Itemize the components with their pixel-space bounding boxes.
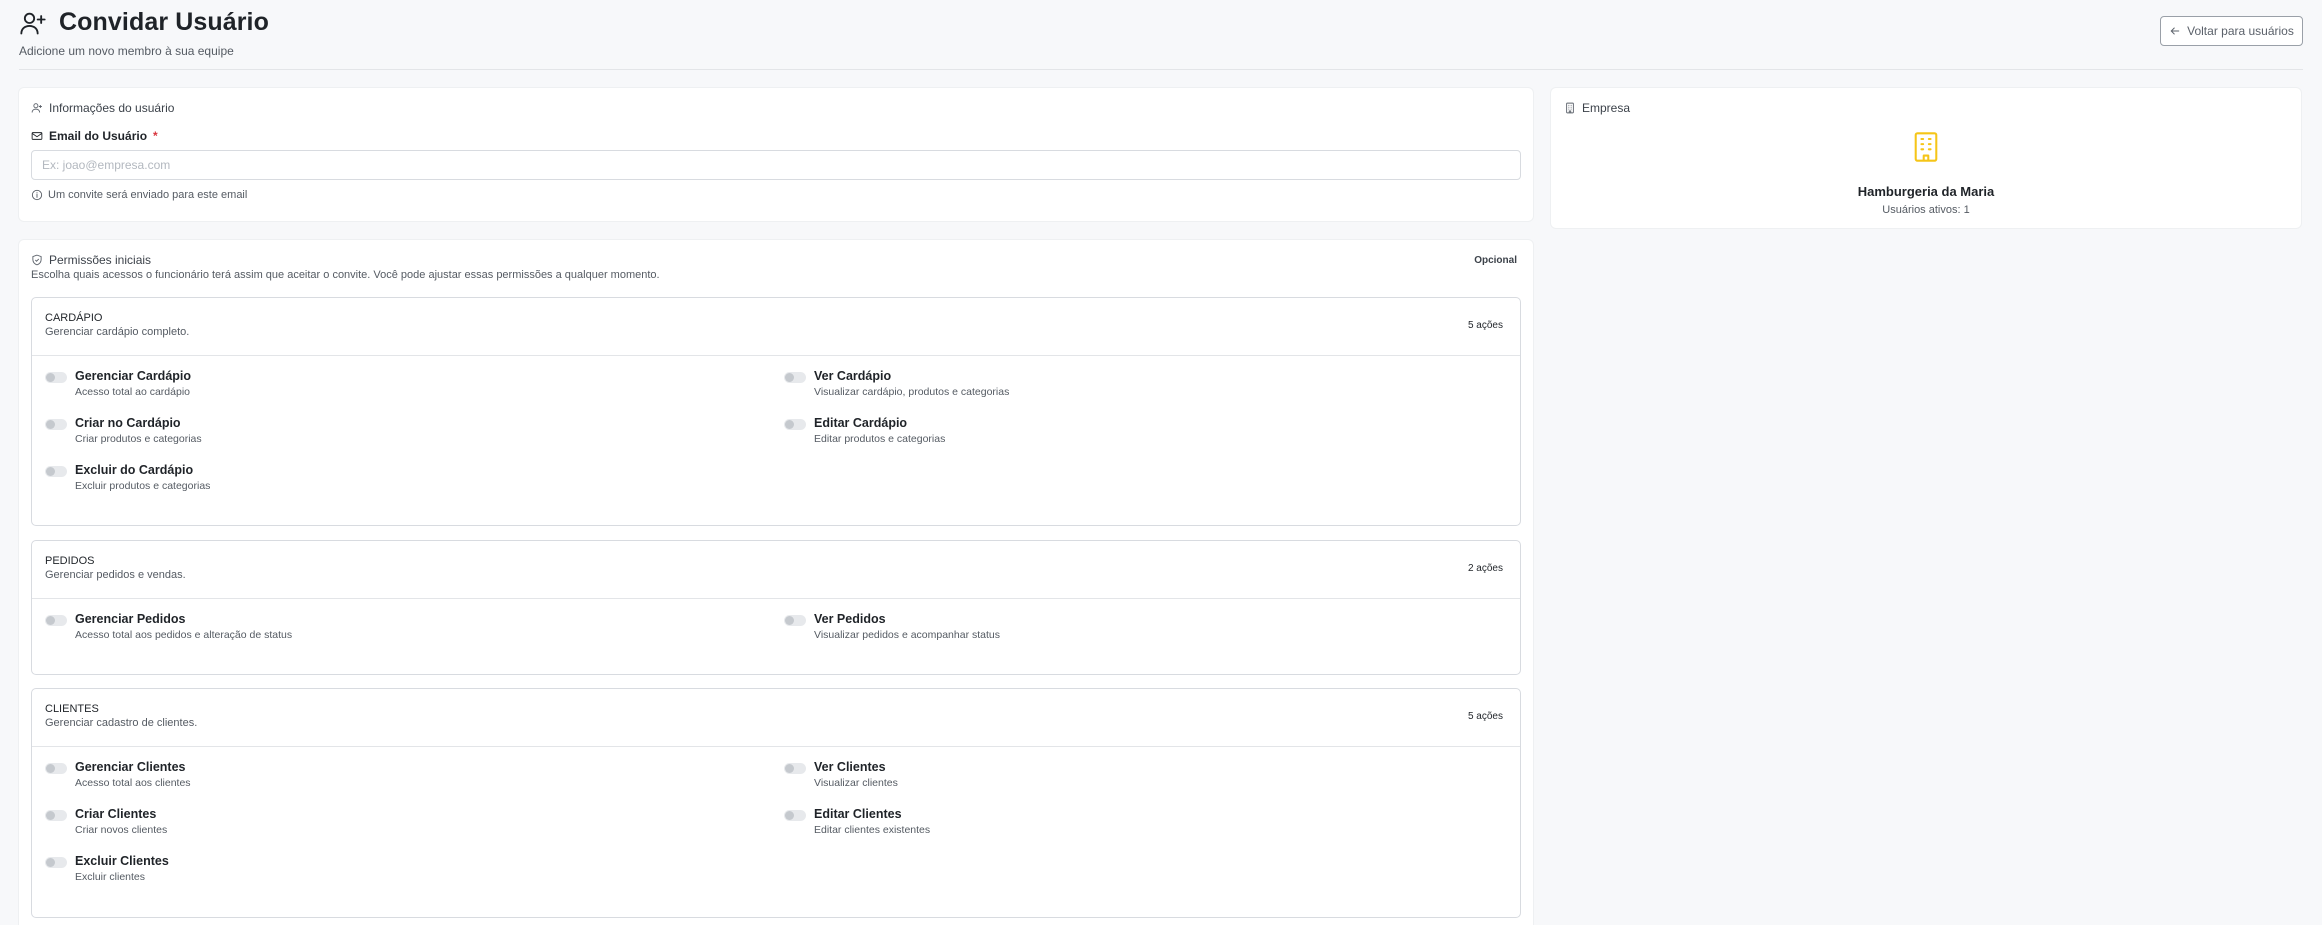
permission-description: Criar produtos e categorias	[75, 433, 202, 445]
company-heading: Empresa	[1564, 101, 1630, 115]
group-description: Gerenciar pedidos e vendas.	[45, 569, 186, 581]
building-small-icon	[1564, 102, 1576, 114]
permissions-title: Permissões iniciais	[49, 253, 152, 267]
permission-description: Visualizar clientes	[814, 777, 898, 789]
permission-item: Gerenciar Cardápio Acesso total ao cardá…	[45, 369, 191, 398]
mail-icon	[31, 130, 43, 142]
permission-toggle[interactable]	[45, 372, 67, 383]
permission-name: Criar Clientes	[75, 807, 157, 821]
email-hint: Um convite será enviado para este email	[31, 189, 247, 201]
permission-name: Gerenciar Pedidos	[75, 612, 186, 626]
optional-badge: Opcional	[1474, 255, 1517, 266]
permission-toggle[interactable]	[784, 419, 806, 430]
group-description: Gerenciar cardápio completo.	[45, 326, 190, 338]
group-name: CARDÁPIO	[45, 312, 103, 324]
group-header: PEDIDOS Gerenciar pedidos e vendas. 2 aç…	[32, 541, 1520, 599]
permission-item: Editar Clientes Editar clientes existent…	[784, 807, 930, 836]
group-header: CARDÁPIO Gerenciar cardápio completo. 5 …	[32, 298, 1520, 356]
permission-item: Ver Cardápio Visualizar cardápio, produt…	[784, 369, 1009, 398]
user-info-title: Informações do usuário	[49, 101, 175, 115]
permission-toggle[interactable]	[784, 763, 806, 774]
permission-toggle[interactable]	[784, 615, 806, 626]
permission-toggle[interactable]	[45, 466, 67, 477]
permission-item: Excluir do Cardápio Excluir produtos e c…	[45, 463, 210, 492]
permission-description: Editar clientes existentes	[814, 824, 931, 836]
permission-toggle[interactable]	[45, 763, 67, 774]
email-label-text: Email do Usuário	[49, 129, 148, 143]
permission-item: Criar Clientes Criar novos clientes	[45, 807, 167, 836]
permission-item: Ver Pedidos Visualizar pedidos e acompan…	[784, 612, 1000, 641]
permission-description: Acesso total aos clientes	[75, 777, 191, 789]
back-to-users-button[interactable]: Voltar para usuários	[2160, 16, 2303, 46]
group-description: Gerenciar cadastro de clientes.	[45, 717, 198, 729]
shield-icon	[31, 254, 43, 266]
group-action-count: 5 ações	[1467, 711, 1503, 722]
permission-name: Criar no Cardápio	[75, 416, 181, 430]
permission-name: Excluir do Cardápio	[75, 463, 194, 477]
permission-name: Gerenciar Cardápio	[75, 369, 192, 383]
user-info-card: Informações do usuário Email do Usuário …	[19, 88, 1533, 221]
permissions-description: Escolha quais acessos o funcionário terá…	[31, 269, 660, 281]
back-button-label: Voltar para usuários	[2187, 24, 2294, 38]
group-action-count: 5 ações	[1467, 320, 1503, 331]
permission-group-clientes: CLIENTES Gerenciar cadastro de clientes.…	[31, 688, 1521, 918]
permission-toggle[interactable]	[45, 615, 67, 626]
group-action-count: 2 ações	[1467, 563, 1503, 574]
user-icon	[31, 102, 43, 114]
permission-item: Criar no Cardápio Criar produtos e categ…	[45, 416, 202, 445]
group-header: CLIENTES Gerenciar cadastro de clientes.…	[32, 689, 1520, 747]
email-label: Email do Usuário *	[31, 129, 158, 143]
permission-description: Visualizar cardápio, produtos e categori…	[814, 386, 1010, 398]
email-hint-text: Um convite será enviado para este email	[48, 189, 248, 201]
company-name: Hamburgeria da Maria	[1857, 184, 1995, 199]
permission-name: Ver Clientes	[814, 760, 886, 774]
permission-description: Acesso total aos pedidos e alteração de …	[75, 629, 293, 641]
building-icon	[1912, 131, 1940, 163]
page-header: Convidar Usuário Adicione um novo membro…	[19, 8, 2303, 70]
permission-toggle[interactable]	[45, 810, 67, 821]
permission-item: Ver Clientes Visualizar clientes	[784, 760, 898, 789]
permission-description: Acesso total ao cardápio	[75, 386, 190, 398]
permission-toggle[interactable]	[45, 419, 67, 430]
page-title: Convidar Usuário	[59, 8, 269, 36]
permission-group-cardapio: CARDÁPIO Gerenciar cardápio completo. 5 …	[31, 297, 1521, 526]
permission-item: Editar Cardápio Editar produtos e catego…	[784, 416, 945, 445]
info-icon	[31, 189, 43, 201]
permission-name: Editar Clientes	[814, 807, 902, 821]
arrow-left-icon	[2169, 25, 2181, 37]
permission-description: Excluir clientes	[75, 871, 146, 883]
permission-name: Gerenciar Clientes	[75, 760, 186, 774]
company-title: Empresa	[1582, 101, 1631, 115]
permissions-heading: Permissões iniciais	[31, 253, 151, 267]
required-mark: *	[153, 129, 158, 143]
permission-toggle[interactable]	[45, 857, 67, 868]
user-plus-icon	[19, 9, 47, 37]
permission-name: Ver Pedidos	[814, 612, 886, 626]
permission-item: Excluir Clientes Excluir clientes	[45, 854, 169, 883]
group-name: PEDIDOS	[45, 555, 95, 567]
group-name: CLIENTES	[45, 703, 99, 715]
permission-description: Excluir produtos e categorias	[75, 480, 211, 492]
permission-name: Excluir Clientes	[75, 854, 169, 868]
page-subtitle: Adicione um novo membro à sua equipe	[19, 44, 234, 58]
permissions-card: Permissões iniciais Opcional Escolha qua…	[19, 240, 1533, 925]
permission-description: Editar produtos e categorias	[814, 433, 946, 445]
permission-toggle[interactable]	[784, 810, 806, 821]
permission-group-pedidos: PEDIDOS Gerenciar pedidos e vendas. 2 aç…	[31, 540, 1521, 675]
company-card: Empresa Hamburgeria da Maria Usuários at…	[1551, 88, 2301, 228]
permission-name: Editar Cardápio	[814, 416, 908, 430]
permission-toggle[interactable]	[784, 372, 806, 383]
company-active-users: Usuários ativos: 1	[1882, 204, 1970, 216]
permission-item: Gerenciar Clientes Acesso total aos clie…	[45, 760, 191, 789]
permission-description: Visualizar pedidos e acompanhar status	[814, 629, 1001, 641]
permission-description: Criar novos clientes	[75, 824, 168, 836]
email-input[interactable]	[31, 150, 1521, 180]
permission-name: Ver Cardápio	[814, 369, 892, 383]
permission-item: Gerenciar Pedidos Acesso total aos pedid…	[45, 612, 292, 641]
user-info-heading: Informações do usuário	[31, 101, 174, 115]
